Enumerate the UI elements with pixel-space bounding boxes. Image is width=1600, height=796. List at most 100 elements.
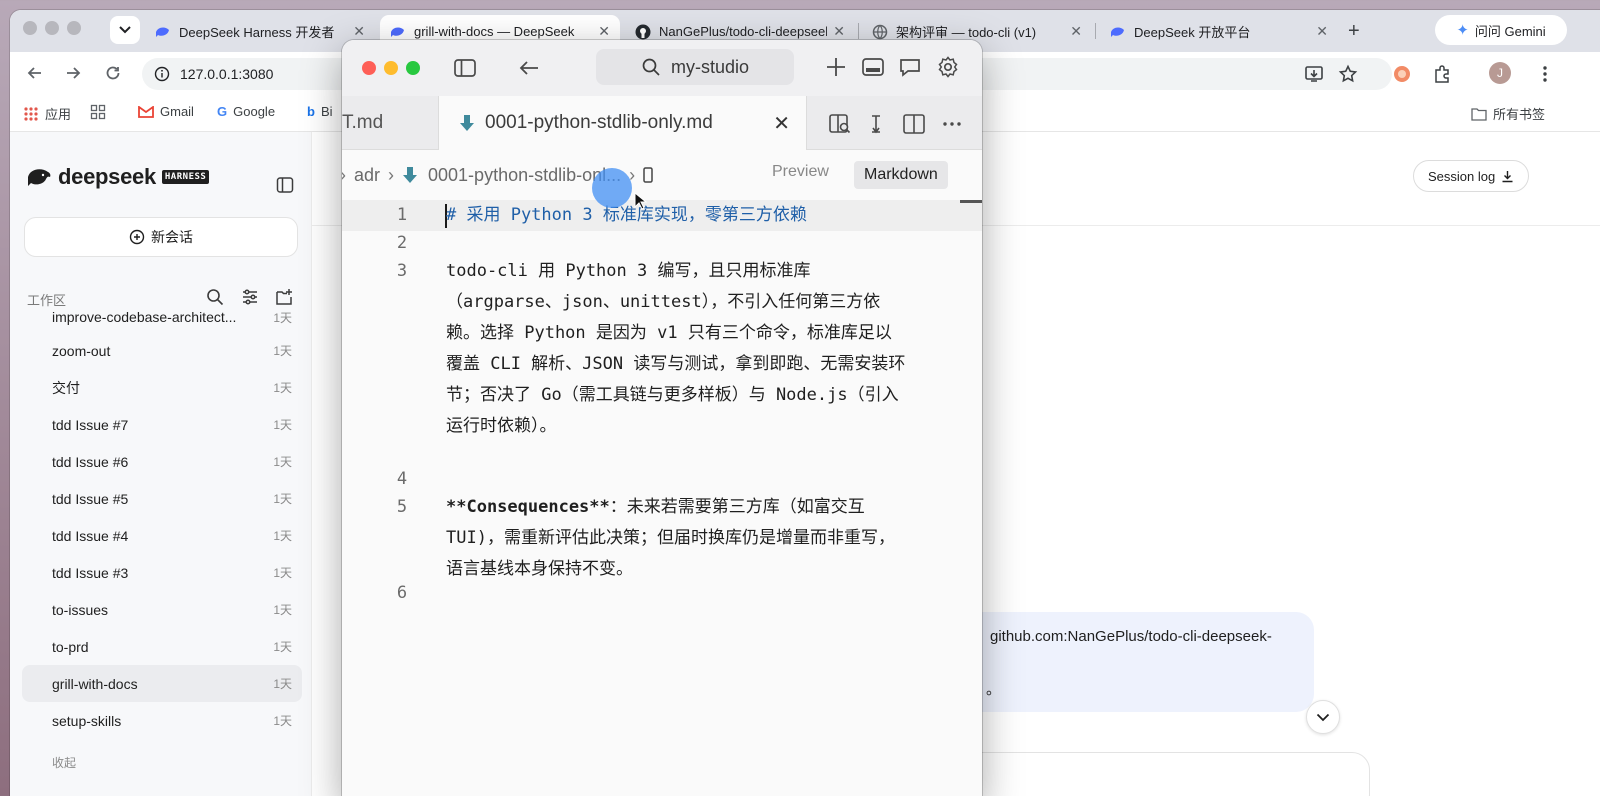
google-g-icon: G — [217, 104, 228, 119]
chevron-right-icon: › — [342, 165, 346, 186]
split-search-icon[interactable] — [828, 112, 852, 136]
code-line-heading: # 采用 Python 3 标准库实现，零第三方依赖 — [446, 205, 807, 225]
list-item[interactable]: tdd Issue #7 1天 — [22, 406, 302, 443]
extensions-puzzle-icon[interactable] — [1432, 64, 1452, 84]
deepseek-whale-icon — [28, 169, 51, 186]
tab-label: 0001-python-stdlib-only.md — [485, 112, 713, 133]
studio-editor-window: my-studio T.md 0001-python-stdlib-only.m… — [342, 40, 982, 796]
gemini-label: 问问 Gemini — [1474, 23, 1546, 39]
preview-mode-tab[interactable]: Preview — [772, 163, 829, 181]
session-name: tdd Issue #7 — [52, 416, 129, 433]
list-item[interactable]: to-prd 1天 — [22, 628, 302, 665]
wrapped-row: TUI)，需重新评估此决策；但届时换库仍是增量而非重写， — [446, 528, 895, 548]
close-tab-icon[interactable]: ✕ — [598, 23, 610, 40]
chat-bubble-icon[interactable] — [898, 55, 922, 79]
tab-title: DeepSeek 开放平台 — [1134, 25, 1251, 40]
new-tab-button[interactable]: + — [1348, 20, 1360, 43]
tab-title: DeepSeek Harness 开发者 — [179, 25, 335, 40]
code-editor[interactable]: 1 # 采用 Python 3 标准库实现，零第三方依赖 2 3 todo-cl… — [342, 200, 982, 796]
wrapped-row: 语言基线本身保持不变。 — [446, 559, 633, 579]
close-window-button[interactable] — [362, 61, 376, 75]
deepseek-whale-icon — [390, 24, 406, 40]
code-line-consequences: **Consequences**：未来若需要第三方库（如富交互 TUI)，需重新… — [446, 492, 956, 585]
line-number: 2 — [396, 233, 408, 253]
line-number: 6 — [396, 583, 408, 603]
bookmark-gmail[interactable]: Gmail — [138, 104, 194, 119]
back-arrow-icon[interactable] — [517, 56, 541, 80]
list-item[interactable]: zoom-out 1天 — [22, 332, 302, 369]
breadcrumb-folder[interactable]: adr — [354, 165, 380, 186]
browser-tab-harness-docs[interactable]: DeepSeek Harness 开发者 ✕ — [145, 15, 375, 48]
list-item[interactable]: 交付 1天 — [22, 369, 302, 406]
site-info-icon[interactable] — [154, 66, 170, 82]
close-tab-icon[interactable]: ✕ — [1070, 23, 1082, 40]
symbol-icon — [643, 167, 653, 183]
tab-t-md[interactable]: T.md — [342, 96, 439, 150]
bookmark-star-icon[interactable] — [1338, 64, 1358, 84]
minimize-window-button[interactable] — [384, 61, 398, 75]
browser-tab-deepseek-platform[interactable]: DeepSeek 开放平台 ✕ — [1100, 15, 1338, 48]
close-window-button[interactable] — [23, 21, 37, 35]
sidebar-toggle-icon[interactable] — [276, 176, 294, 194]
chat-composer[interactable] — [930, 752, 1370, 796]
more-horizontal-icon[interactable] — [940, 112, 964, 136]
tab-adr-0001[interactable]: 0001-python-stdlib-only.md ✕ — [439, 96, 807, 150]
close-tab-icon[interactable]: ✕ — [773, 111, 790, 136]
panel-bottom-icon[interactable] — [861, 55, 885, 79]
more-vertical-icon[interactable] — [1535, 64, 1555, 84]
bookmark-google[interactable]: G Google — [217, 104, 275, 119]
zoom-window-button[interactable] — [406, 61, 420, 75]
wrapped-row: 覆盖 CLI 解析、JSON 读写与测试，拿到即跑、无需安装环 — [446, 354, 906, 374]
tab-search-button[interactable] — [110, 16, 140, 44]
ask-gemini-button[interactable]: ✦ 问问 Gemini — [1435, 15, 1567, 45]
globe-icon — [872, 24, 888, 40]
minimize-window-button[interactable] — [45, 21, 59, 35]
list-item[interactable]: setup-skills 1天 — [22, 702, 302, 739]
session-age: 1天 — [273, 310, 292, 325]
list-item[interactable]: tdd Issue #6 1天 — [22, 443, 302, 480]
bing-icon: b — [307, 104, 315, 119]
extension-colored-icon[interactable] — [1392, 64, 1412, 84]
plus-icon[interactable] — [824, 55, 848, 79]
list-item[interactable]: improve-codebase-architect... 1天 — [22, 302, 302, 332]
bookmark-bing[interactable]: b Bi — [307, 104, 333, 119]
bookmark-label: 所有书签 — [1493, 107, 1546, 122]
message-text-end: 。 — [986, 681, 1002, 698]
back-arrow-icon[interactable] — [26, 64, 44, 82]
list-item-active[interactable]: grill-with-docs 1天 — [22, 665, 302, 702]
scroll-to-bottom-button[interactable] — [1306, 700, 1340, 734]
close-tab-icon[interactable]: ✕ — [833, 23, 845, 40]
mouse-cursor-highlight — [592, 168, 632, 208]
session-name: tdd Issue #5 — [52, 490, 129, 507]
sidebar-toggle-icon[interactable] — [453, 56, 477, 80]
list-item[interactable]: tdd Issue #4 1天 — [22, 517, 302, 554]
list-item[interactable]: tdd Issue #5 1天 — [22, 480, 302, 517]
session-name: setup-skills — [52, 712, 122, 729]
list-item[interactable]: to-issues 1天 — [22, 591, 302, 628]
profile-avatar[interactable]: J — [1489, 62, 1511, 84]
download-icon — [1502, 170, 1513, 182]
scrollbar-thumb[interactable] — [960, 200, 982, 203]
tab-groups-icon[interactable] — [90, 104, 106, 120]
session-log-button[interactable]: Session log — [1413, 160, 1530, 192]
gear-icon[interactable] — [936, 55, 960, 79]
folder-icon — [1471, 107, 1487, 121]
all-bookmarks[interactable]: 所有书签 — [1471, 104, 1545, 123]
markdown-mode-tab[interactable]: Markdown — [854, 161, 948, 189]
reload-icon[interactable] — [104, 64, 122, 82]
new-chat-button[interactable]: 新会话 — [24, 217, 298, 257]
bookmark-apps[interactable]: 应用 — [23, 104, 71, 123]
collapse-link[interactable]: 收起 — [52, 754, 76, 771]
session-name: to-prd — [52, 638, 89, 655]
split-editor-icon[interactable] — [902, 112, 926, 136]
forward-arrow-icon[interactable] — [64, 64, 82, 82]
install-app-icon[interactable] — [1304, 64, 1324, 84]
close-tab-icon[interactable]: ✕ — [353, 23, 365, 40]
command-search-bar[interactable]: my-studio — [596, 49, 794, 85]
close-tab-icon[interactable]: ✕ — [1316, 23, 1328, 40]
bookmark-label: Google — [233, 104, 276, 119]
list-item[interactable]: tdd Issue #3 1天 — [22, 554, 302, 591]
text-cursor-icon[interactable] — [864, 112, 888, 136]
session-age: 1天 — [273, 640, 292, 654]
zoom-window-button[interactable] — [67, 21, 81, 35]
